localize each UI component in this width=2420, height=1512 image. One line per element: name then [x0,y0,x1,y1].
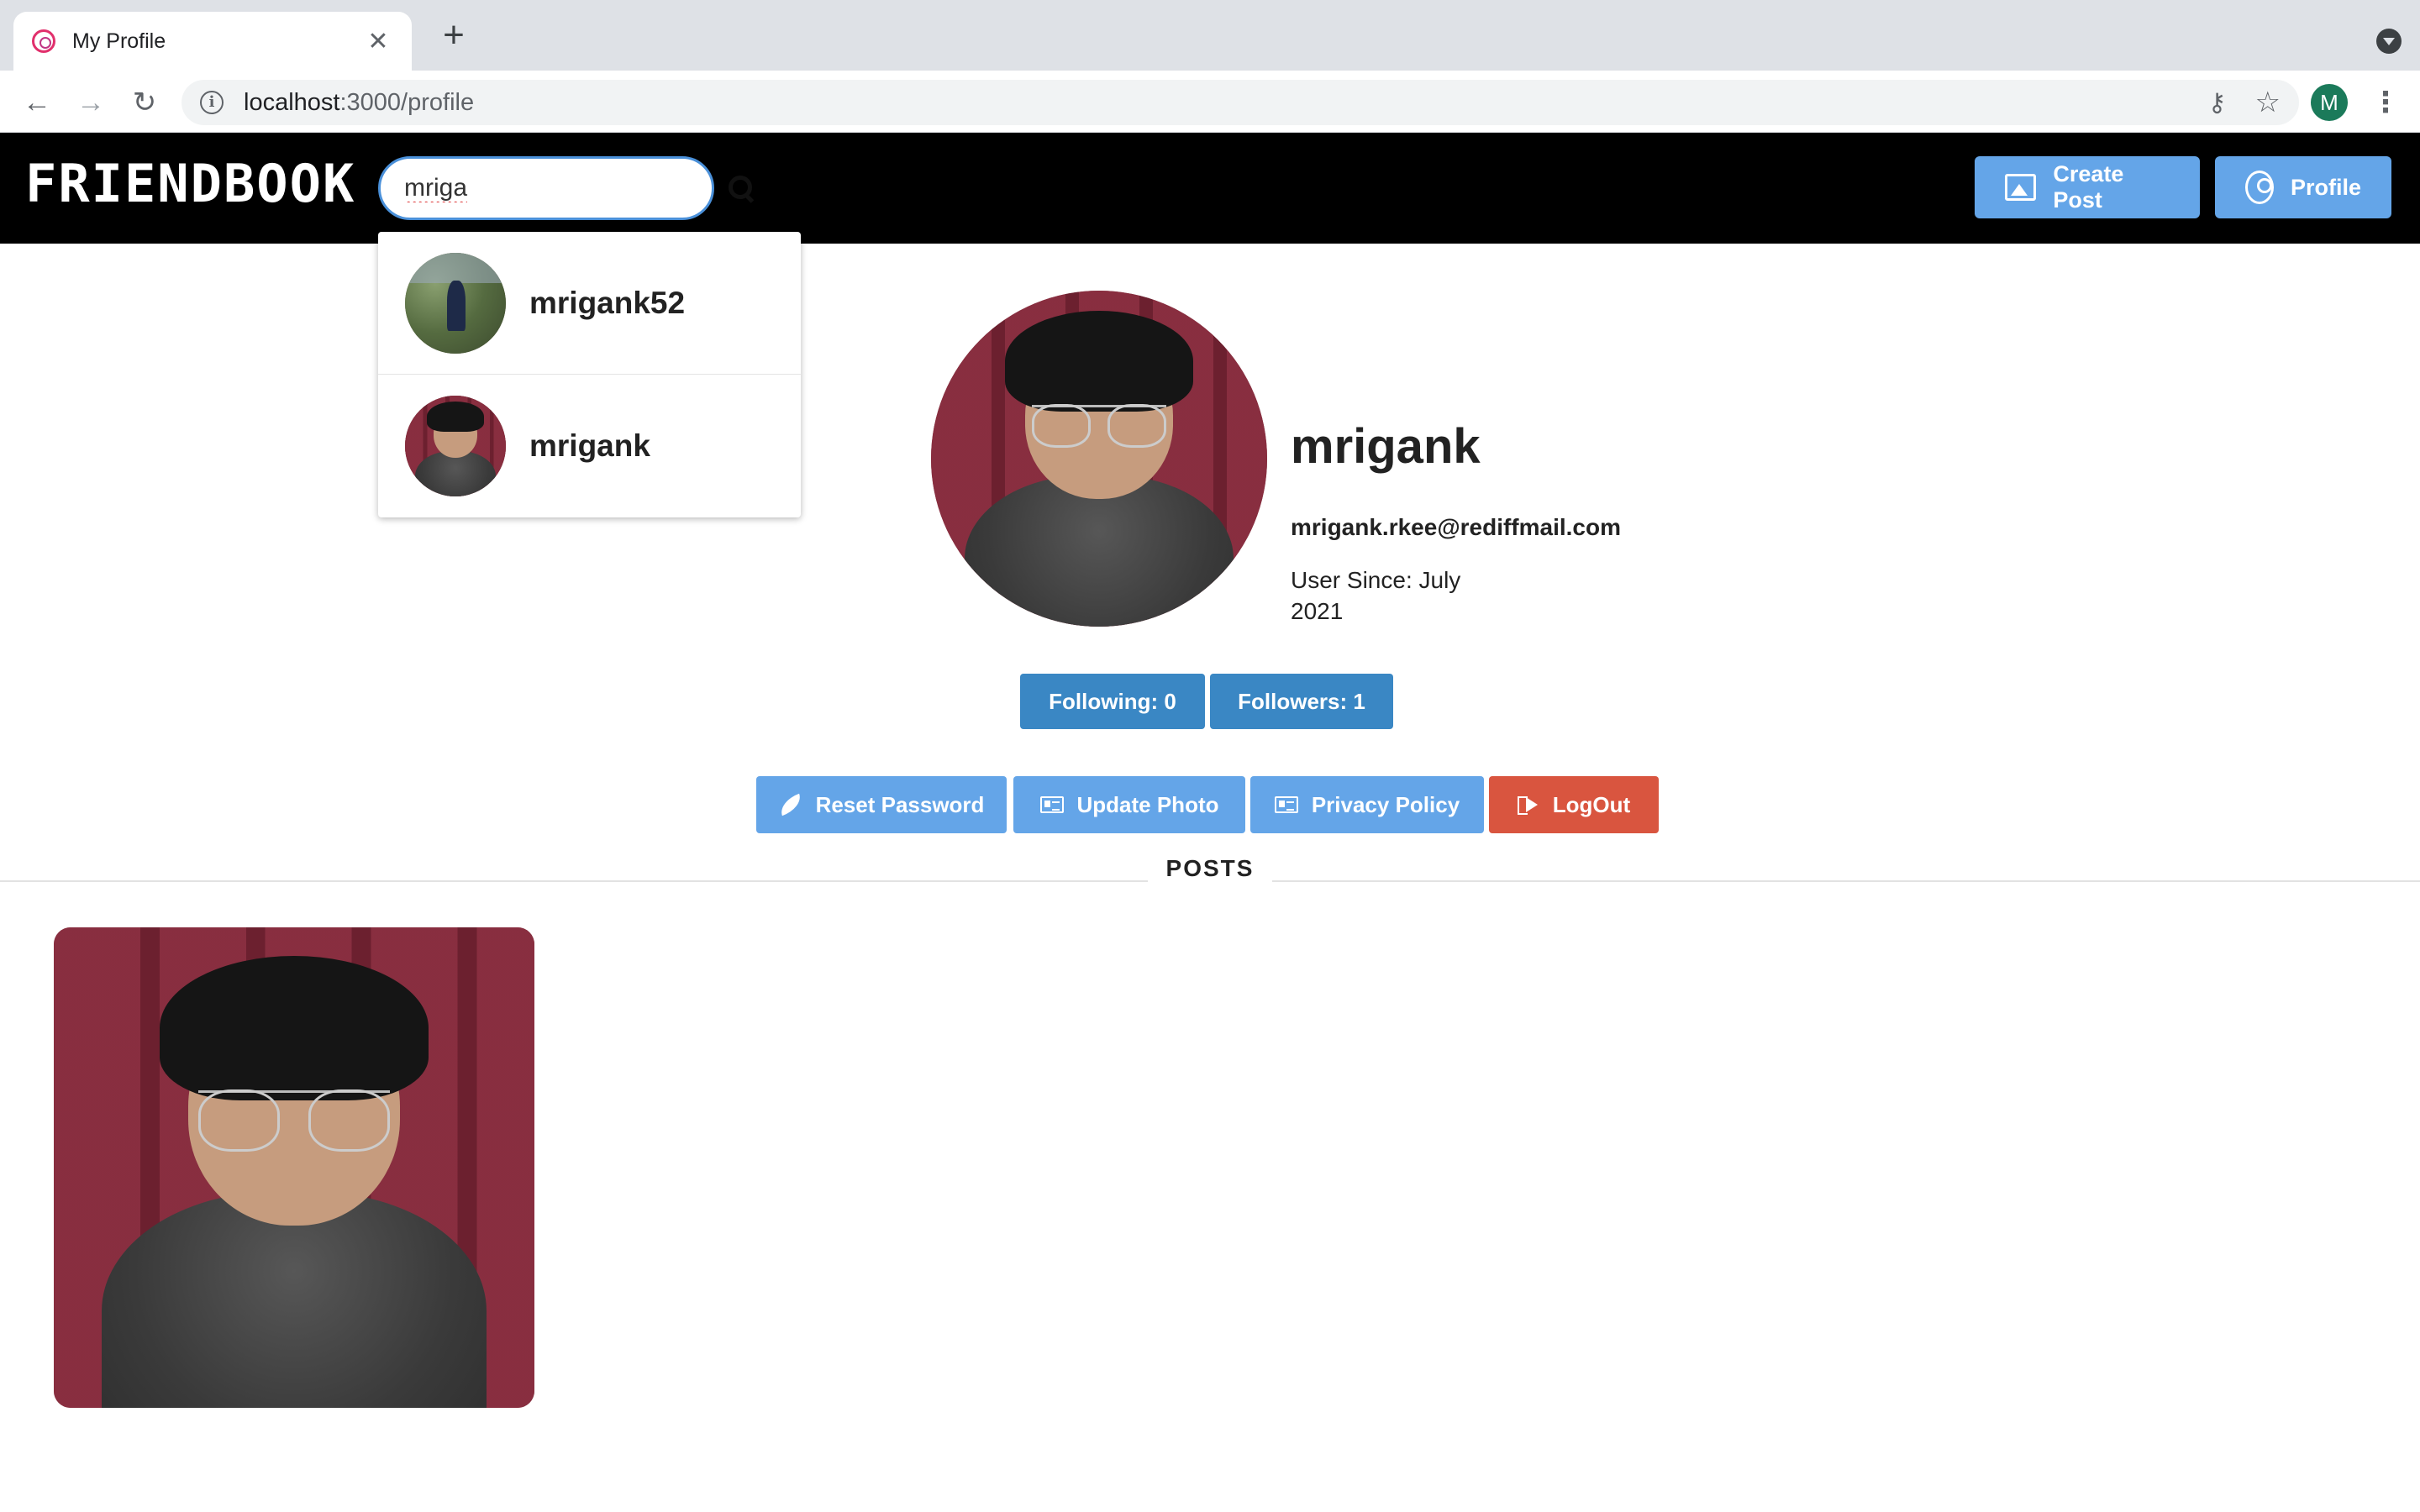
search-box[interactable] [378,156,752,220]
profile-label: Profile [2290,174,2361,200]
profile-email: mrigank.rkee@rediffmail.com [1291,514,1621,540]
post-thumbnail[interactable] [54,927,534,1408]
profile-name: mrigank [1291,419,1481,474]
image-icon [2005,174,2037,201]
browser-tab[interactable]: My Profile ✕ [13,12,412,71]
leaf-icon [776,793,804,816]
instagram-favicon-icon [32,29,55,53]
create-post-button[interactable]: Create Post [1975,156,2200,218]
tab-title: My Profile [72,29,166,53]
update-photo-button[interactable]: Update Photo [1013,776,1245,833]
tab-search-icon[interactable] [2376,29,2402,54]
close-icon[interactable]: ✕ [363,27,393,56]
user-circle-icon [2245,171,2274,204]
reset-password-button[interactable]: Reset Password [756,776,1007,833]
app-navbar: FRIENDBOOK Create Post Profile [0,133,2420,244]
forward-icon[interactable]: → [72,84,109,121]
avatar [405,396,506,496]
avatar [405,252,506,354]
app-logo[interactable]: FRIENDBOOK [25,153,355,214]
menu-icon[interactable]: ⋮ [2371,84,2400,121]
reset-password-label: Reset Password [815,791,985,817]
profile-button[interactable]: Profile [2215,156,2391,218]
search-input[interactable] [404,174,729,202]
privacy-policy-label: Privacy Policy [1311,791,1460,817]
search-result-username: mrigank [529,428,650,463]
sign-out-icon [1517,795,1539,815]
search-result-username: mrigank52 [529,285,686,320]
id-card-icon [1039,796,1064,813]
logout-button[interactable]: LogOut [1489,776,1659,833]
create-post-label: Create Post [2053,161,2124,213]
search-results-dropdown: mrigank52 mrigank [378,232,801,517]
back-icon[interactable]: ← [18,84,55,121]
url-host: localhost [244,88,340,116]
star-icon[interactable]: ☆ [2255,86,2281,119]
browser-tab-strip: My Profile ✕ + [0,0,2420,71]
search-result-item[interactable]: mrigank52 [378,232,801,375]
key-icon[interactable]: ⚷ [2208,88,2227,118]
reload-icon[interactable]: ↻ [126,84,163,121]
account-avatar[interactable]: M [2311,84,2348,121]
profile-user-since: User Since: July 2021 [1291,567,1461,624]
profile-photo[interactable] [931,291,1267,627]
logout-label: LogOut [1552,791,1631,817]
url-path: :3000/profile [339,88,475,116]
search-result-item[interactable]: mrigank [378,375,801,517]
followers-button[interactable]: Followers: 1 [1210,674,1393,729]
info-icon[interactable]: i [200,91,224,114]
following-button[interactable]: Following: 0 [1020,674,1205,729]
new-tab-icon[interactable]: + [437,17,471,54]
address-bar[interactable]: i localhost:3000/profile ⚷ ☆ [182,80,2299,125]
browser-toolbar: ← → ↻ i localhost:3000/profile ⚷ ☆ M ⋮ [0,71,2420,133]
id-card-icon [1274,796,1298,813]
posts-heading: POSTS [1148,855,1272,882]
privacy-policy-button[interactable]: Privacy Policy [1250,776,1484,833]
update-photo-label: Update Photo [1076,791,1219,817]
